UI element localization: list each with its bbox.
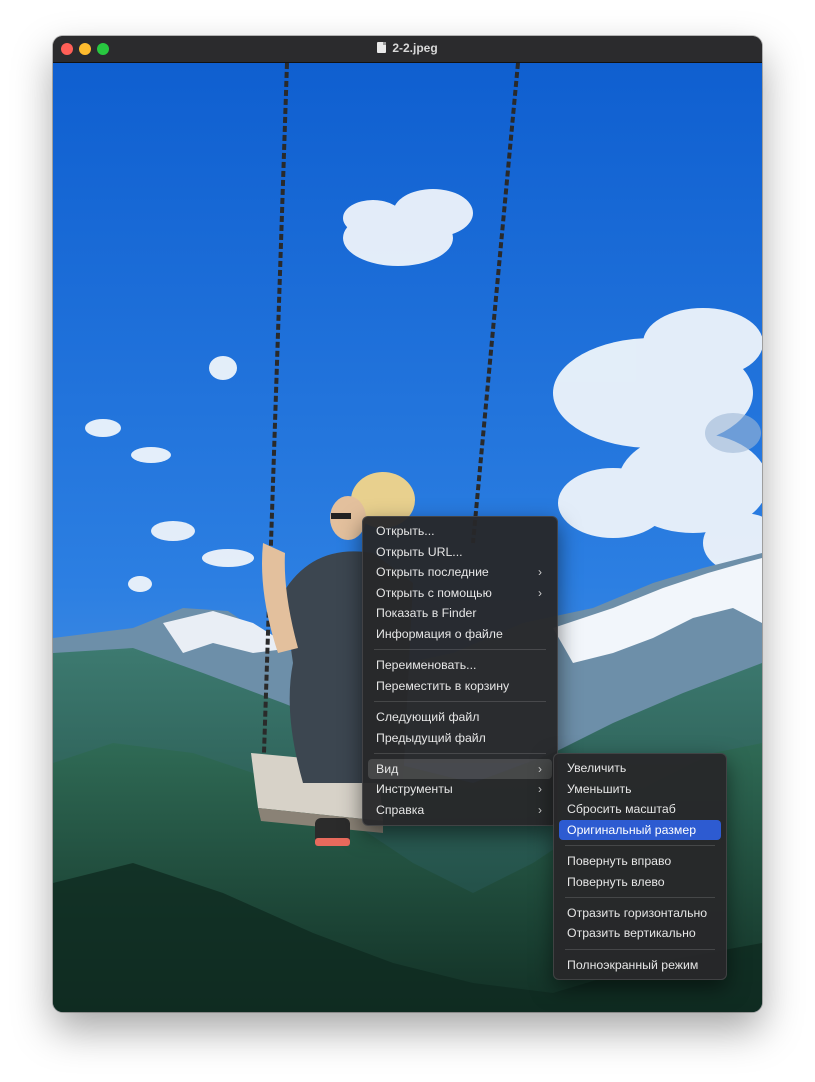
view-submenu: Увеличить Уменьшить Сбросить масштаб Ори… <box>553 753 727 981</box>
menu-item-label: Переместить в корзину <box>376 678 510 693</box>
menu-item-open-recent[interactable]: Открыть последние › <box>368 562 552 583</box>
menu-item-tools[interactable]: Инструменты › <box>368 779 552 800</box>
menu-item-reset-zoom[interactable]: Сбросить масштаб <box>559 799 721 820</box>
menu-item-file-info[interactable]: Информация о файле <box>368 624 552 645</box>
menu-item-rotate-right[interactable]: Повернуть вправо <box>559 851 721 872</box>
menu-item-label: Отразить вертикально <box>567 926 696 941</box>
menu-item-label: Показать в Finder <box>376 606 477 621</box>
menu-item-label: Информация о файле <box>376 626 503 641</box>
menu-item-zoom-out[interactable]: Уменьшить <box>559 779 721 800</box>
chevron-right-icon: › <box>538 585 542 600</box>
menu-separator <box>565 896 715 898</box>
menu-separator <box>565 948 715 950</box>
menu-item-rename[interactable]: Переименовать... <box>368 655 552 676</box>
chevron-right-icon: › <box>538 802 542 817</box>
menu-item-open[interactable]: Открыть... <box>368 521 552 542</box>
menu-item-zoom-in[interactable]: Увеличить <box>559 758 721 779</box>
menu-item-help[interactable]: Справка › <box>368 800 552 821</box>
document-icon <box>377 42 387 53</box>
menu-item-fullscreen[interactable]: Полноэкранный режим <box>559 955 721 976</box>
menu-item-view[interactable]: Вид › <box>368 758 552 780</box>
title-bar[interactable]: 2-2.jpeg <box>53 36 762 63</box>
menu-item-label: Оригинальный размер <box>567 822 697 837</box>
menu-item-label: Справка <box>376 802 425 817</box>
context-menu: Открыть... Открыть URL... Открыть послед… <box>362 516 558 826</box>
menu-item-label: Отразить горизонтально <box>567 905 708 920</box>
menu-item-label: Повернуть влево <box>567 874 665 889</box>
chevron-right-icon: › <box>538 782 542 797</box>
menu-item-next-file[interactable]: Следующий файл <box>368 707 552 728</box>
menu-separator <box>374 752 546 754</box>
menu-item-label: Сбросить масштаб <box>567 802 676 817</box>
menu-item-label: Вид <box>376 761 399 776</box>
menu-item-move-to-trash[interactable]: Переместить в корзину <box>368 676 552 697</box>
menu-item-label: Следующий файл <box>376 709 480 724</box>
chevron-right-icon: › <box>538 565 542 580</box>
menu-item-show-in-finder[interactable]: Показать в Finder <box>368 603 552 624</box>
menu-item-rotate-left[interactable]: Повернуть влево <box>559 872 721 893</box>
chevron-right-icon: › <box>538 761 542 776</box>
menu-item-label: Полноэкранный режим <box>567 957 699 972</box>
menu-item-label: Предыдущий файл <box>376 730 486 745</box>
menu-item-flip-horizontal[interactable]: Отразить горизонтально <box>559 903 721 924</box>
menu-item-original-size[interactable]: Оригинальный размер <box>559 819 721 841</box>
menu-separator <box>565 845 715 847</box>
menu-item-label: Открыть... <box>376 524 435 538</box>
menu-item-label: Открыть URL... <box>376 544 463 559</box>
menu-item-open-with[interactable]: Открыть с помощью › <box>368 583 552 604</box>
menu-separator <box>374 701 546 703</box>
menu-item-label: Инструменты <box>376 782 453 797</box>
menu-item-open-url[interactable]: Открыть URL... <box>368 542 552 563</box>
menu-item-label: Открыть с помощью <box>376 585 492 600</box>
menu-item-label: Увеличить <box>567 761 627 775</box>
menu-item-previous-file[interactable]: Предыдущий файл <box>368 728 552 749</box>
menu-item-label: Уменьшить <box>567 781 632 796</box>
menu-item-flip-vertical[interactable]: Отразить вертикально <box>559 923 721 944</box>
window-title: 2-2.jpeg <box>53 41 762 55</box>
menu-item-label: Переименовать... <box>376 658 477 673</box>
menu-separator <box>374 649 546 651</box>
menu-item-label: Повернуть вправо <box>567 853 672 868</box>
window-title-text: 2-2.jpeg <box>392 41 438 55</box>
menu-item-label: Открыть последние <box>376 565 489 580</box>
